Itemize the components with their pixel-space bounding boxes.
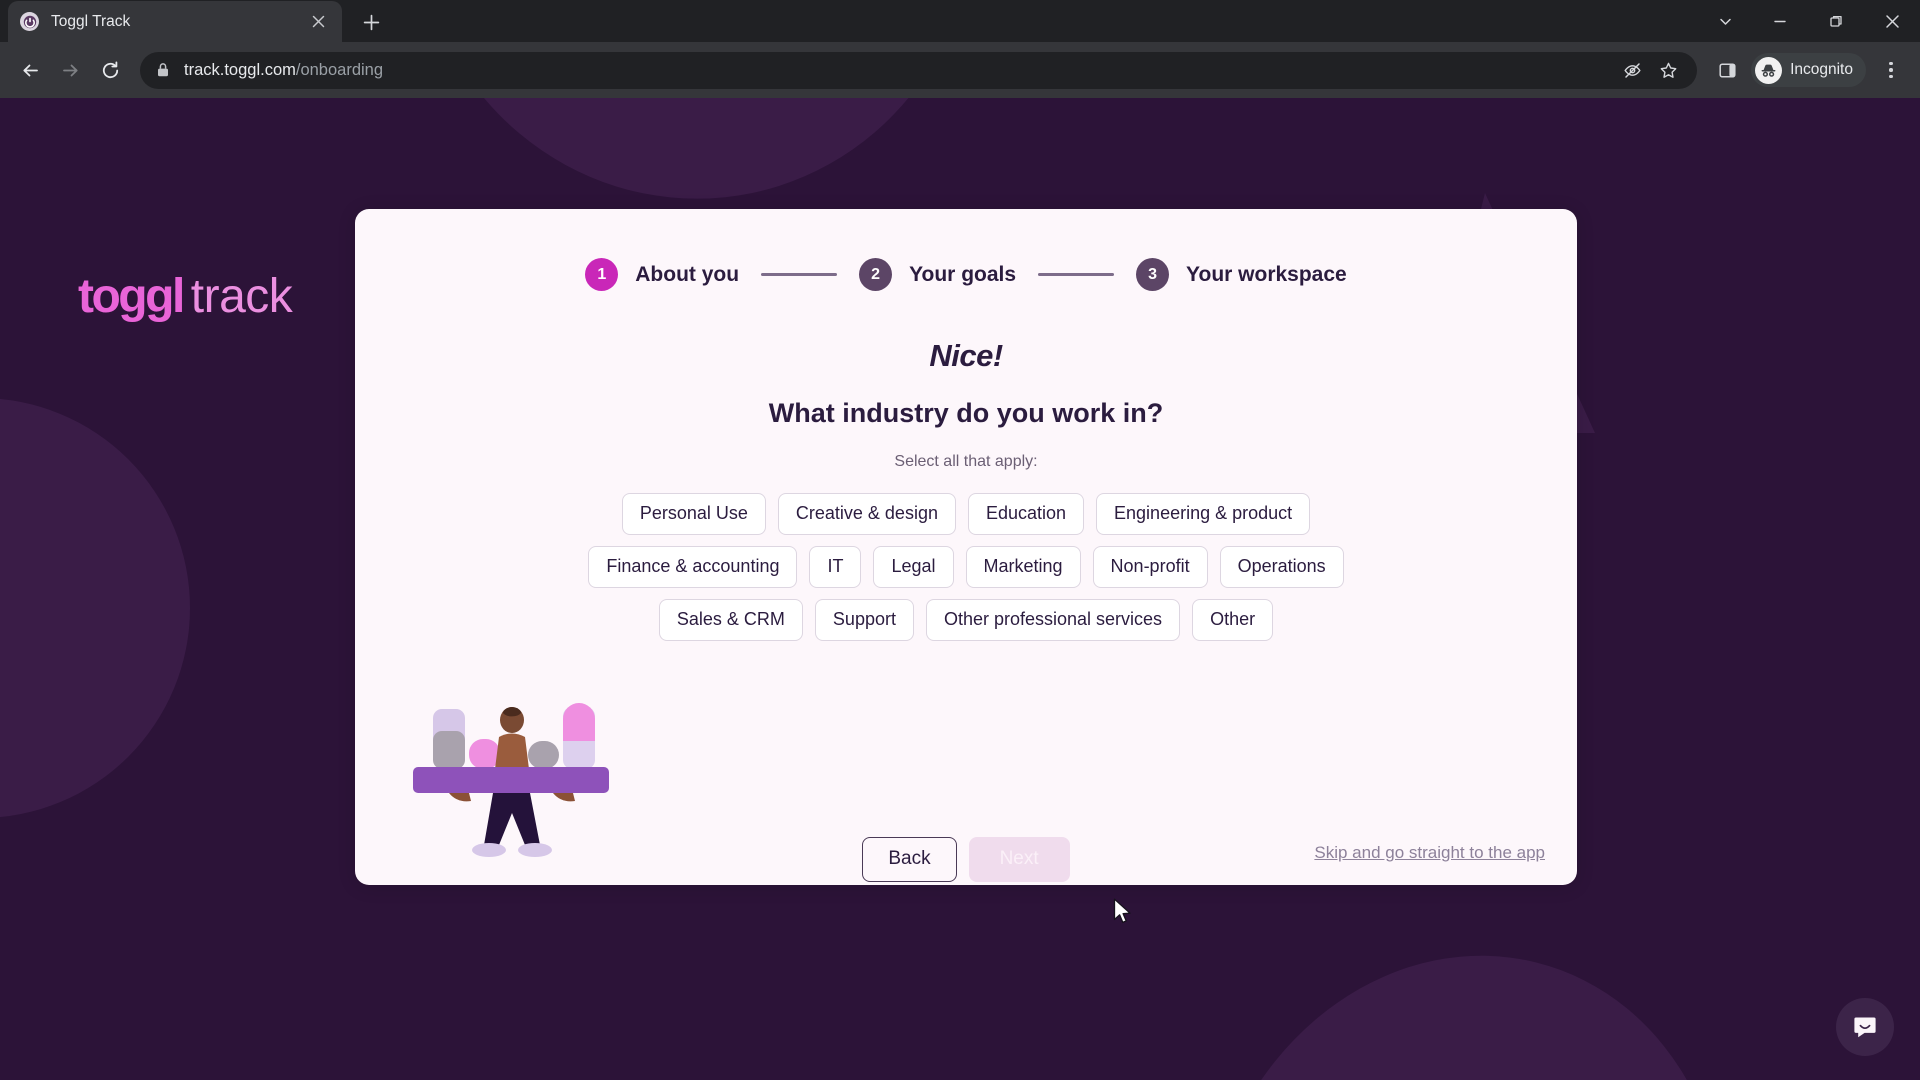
mouse-pointer-icon (1113, 898, 1133, 931)
subtitle-text: Select all that apply: (894, 453, 1038, 470)
step-connector (761, 273, 838, 276)
toolbar-right: Incognito (1709, 52, 1908, 88)
page-title: What industry do you work in? (768, 398, 1164, 428)
toggl-favicon-icon (20, 12, 39, 31)
industry-chip[interactable]: Marketing (965, 545, 1081, 588)
chevron-down-icon[interactable] (1698, 0, 1752, 42)
url-text: track.toggl.com/onboarding (184, 61, 1609, 80)
industry-chip[interactable]: Operations (1219, 545, 1344, 588)
step-label: Your goals (909, 262, 1017, 286)
address-bar[interactable]: track.toggl.com/onboarding (140, 51, 1698, 89)
industry-chip[interactable]: Personal Use (621, 493, 766, 535)
profile-label: Incognito (1790, 61, 1853, 78)
background-shape-left (0, 398, 190, 818)
close-icon[interactable] (306, 10, 330, 34)
minimize-icon[interactable] (1752, 0, 1808, 42)
profile-button[interactable]: Incognito (1751, 53, 1866, 87)
browser-window: Toggl Track track.toggl.com/onboarding I… (0, 0, 1920, 1080)
step-connector (1038, 273, 1115, 276)
industry-chip[interactable]: Other (1192, 598, 1274, 641)
industry-chip[interactable]: Education (967, 493, 1085, 535)
url-domain: track.toggl.com (184, 60, 296, 79)
industry-chip[interactable]: Finance & accounting (588, 545, 798, 588)
browser-toolbar: track.toggl.com/onboarding Incognito (0, 42, 1920, 98)
intercom-chat-icon[interactable] (1836, 998, 1894, 1056)
skip-link[interactable]: Skip and go straight to the app (1314, 843, 1545, 863)
industry-chip[interactable]: Creative & design (777, 493, 956, 535)
industry-chip[interactable]: IT (809, 545, 862, 588)
industry-chip[interactable]: Engineering & product (1096, 493, 1311, 535)
step-your-workspace[interactable]: 3 Your workspace (1136, 258, 1347, 291)
industry-chip[interactable]: Non-profit (1092, 545, 1208, 588)
kebab-menu-icon[interactable] (1874, 53, 1908, 87)
eye-slash-icon[interactable] (1617, 55, 1647, 85)
industry-chip-group: Personal Use Creative & design Education… (355, 493, 1577, 641)
industry-chip[interactable]: Legal (873, 545, 954, 588)
next-button[interactable]: Next (968, 837, 1070, 882)
step-about-you[interactable]: 1 About you (585, 258, 739, 291)
browser-tab[interactable]: Toggl Track (8, 1, 342, 42)
step-number-badge: 2 (859, 258, 893, 291)
logo-toggl-text: toggl (78, 270, 185, 323)
page-content: toggl track 1 About you 2 Your goals 3 Yo… (0, 98, 1920, 1080)
industry-chip[interactable]: Sales & CRM (658, 598, 803, 641)
industry-chip[interactable]: Other professional services (925, 598, 1181, 641)
side-panel-icon[interactable] (1709, 52, 1745, 88)
url-path: /onboarding (295, 60, 384, 79)
step-number-badge: 3 (1136, 258, 1170, 291)
step-number-badge: 1 (585, 258, 619, 291)
step-label: About you (635, 262, 740, 286)
industry-chip[interactable]: Support (814, 598, 914, 641)
window-controls (1698, 0, 1920, 42)
incognito-avatar-icon (1755, 56, 1783, 84)
step-your-goals[interactable]: 2 Your goals (859, 258, 1016, 291)
restore-icon[interactable] (1808, 0, 1864, 42)
new-tab-button[interactable] (354, 5, 388, 39)
close-icon[interactable] (1864, 0, 1920, 42)
tab-strip: Toggl Track (0, 0, 1920, 42)
star-icon[interactable] (1653, 55, 1683, 85)
arrow-forward-icon[interactable] (52, 52, 88, 88)
logo-track-text: track (190, 270, 293, 323)
chip-row: Personal Use Creative & design Education… (485, 493, 1447, 535)
background-shape-bottom (1211, 899, 1789, 1080)
step-label: Your workspace (1186, 262, 1347, 286)
lock-icon[interactable] (156, 62, 170, 78)
reload-icon[interactable] (92, 52, 128, 88)
progress-stepper: 1 About you 2 Your goals 3 Your workspac… (355, 258, 1577, 291)
toggl-track-logo: toggl track (78, 270, 293, 323)
background-shape-top (416, 98, 1004, 227)
tab-title: Toggl Track (51, 12, 131, 30)
eyebrow-text: Nice! (929, 338, 1003, 373)
arrow-back-icon[interactable] (12, 52, 48, 88)
chip-row: Sales & CRM Support Other professional s… (485, 598, 1447, 641)
onboarding-card: 1 About you 2 Your goals 3 Your workspac… (355, 209, 1577, 885)
chip-row: Finance & accounting IT Legal Marketing … (485, 545, 1447, 588)
omnibox-actions (1617, 55, 1683, 85)
back-button[interactable]: Back (862, 837, 957, 882)
